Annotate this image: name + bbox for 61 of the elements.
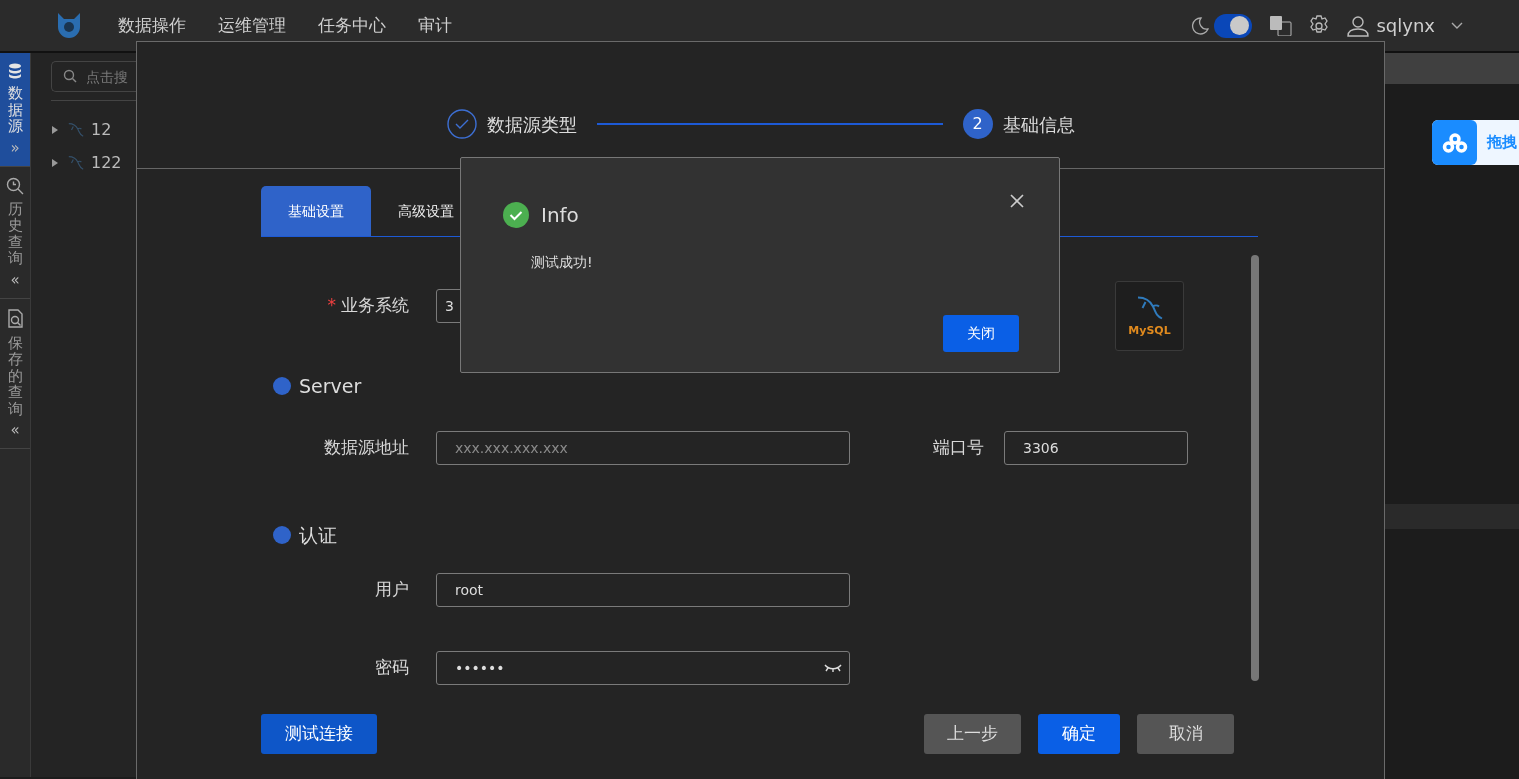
expand-arrow-icon[interactable] [51,125,59,134]
field-label: 用户 [375,578,409,602]
input-field[interactable]: xxx.xxx.xxx.xxx [436,431,850,465]
clock-search-icon [6,176,24,195]
collapse-icon[interactable]: « [10,423,20,438]
saved-search-icon [6,308,24,329]
section-title: 认证 [299,522,337,548]
scroll-thumb[interactable] [1251,255,1259,681]
nav-link[interactable]: 任务中心 [318,12,388,39]
input-field[interactable]: root [436,573,850,607]
tree-item[interactable]: 122 [51,146,136,179]
moon-icon [1191,15,1210,36]
back-button[interactable]: 上一步 [924,714,1021,754]
field-label: 业务系统 [341,294,409,318]
rail-label: 数据源 [7,85,23,135]
field-label: 数据源地址 [324,436,409,460]
expand-icon[interactable]: » [10,140,20,156]
rail-tab[interactable]: 保存的查询 « [0,298,30,449]
logo-text: MySQL [1128,322,1171,339]
settings-tab[interactable]: 高级设置 [371,186,481,236]
tree-label: 12 [91,118,112,141]
step-label: 基础信息 [1002,112,1075,137]
rail-label: 历史查询 [7,200,23,267]
input-field[interactable]: 3306 [1004,431,1188,465]
search-icon [63,69,77,83]
nav-link[interactable]: 数据操作 [118,12,188,39]
rail-tab[interactable]: 数据源 » [0,53,30,167]
field-label: 密码 [375,656,409,680]
success-icon [503,202,529,228]
nav-link[interactable]: 运维管理 [218,12,288,39]
tree-label: 122 [91,151,122,174]
dark-mode-toggle[interactable] [1214,13,1253,38]
chevron-down-icon[interactable] [1451,21,1463,30]
close-button[interactable]: 关闭 [943,315,1019,352]
cat-logo-icon [56,11,82,40]
user-name[interactable]: sqlynx [1376,12,1435,39]
tree-item[interactable]: 12 [51,113,136,146]
settings-tab[interactable]: 基础设置 [261,186,371,236]
field-label: 端口号 [933,436,984,460]
widget-label: 拖拽 [1487,132,1517,154]
cancel-button[interactable]: 取消 [1137,714,1234,754]
step-label: 数据源类型 [486,112,577,137]
user-icon[interactable] [1347,14,1370,37]
cloud-logo-icon [1441,132,1468,153]
test-connection-button[interactable]: 测试连接 [261,714,378,754]
close-icon[interactable] [1010,194,1024,208]
dialog-title: Info [541,202,579,229]
collapse-icon[interactable]: « [10,272,20,288]
eye-closed-icon[interactable] [824,663,842,673]
database-icon [8,63,22,79]
required-mark: * [327,294,336,318]
password-field[interactable]: •••••• [436,651,850,685]
rail-tab[interactable]: 历史查询 « [0,166,30,299]
nav-link[interactable]: 审计 [418,12,488,39]
confirm-button[interactable]: 确定 [1037,714,1121,754]
step-number: 2 [962,109,993,139]
dialog-message: 测试成功! [531,253,594,272]
search-field[interactable]: 点击搜 [51,61,136,92]
section-title: Server [299,373,362,399]
rail-label: 保存的查询 [7,334,23,417]
expand-arrow-icon[interactable] [51,158,59,167]
